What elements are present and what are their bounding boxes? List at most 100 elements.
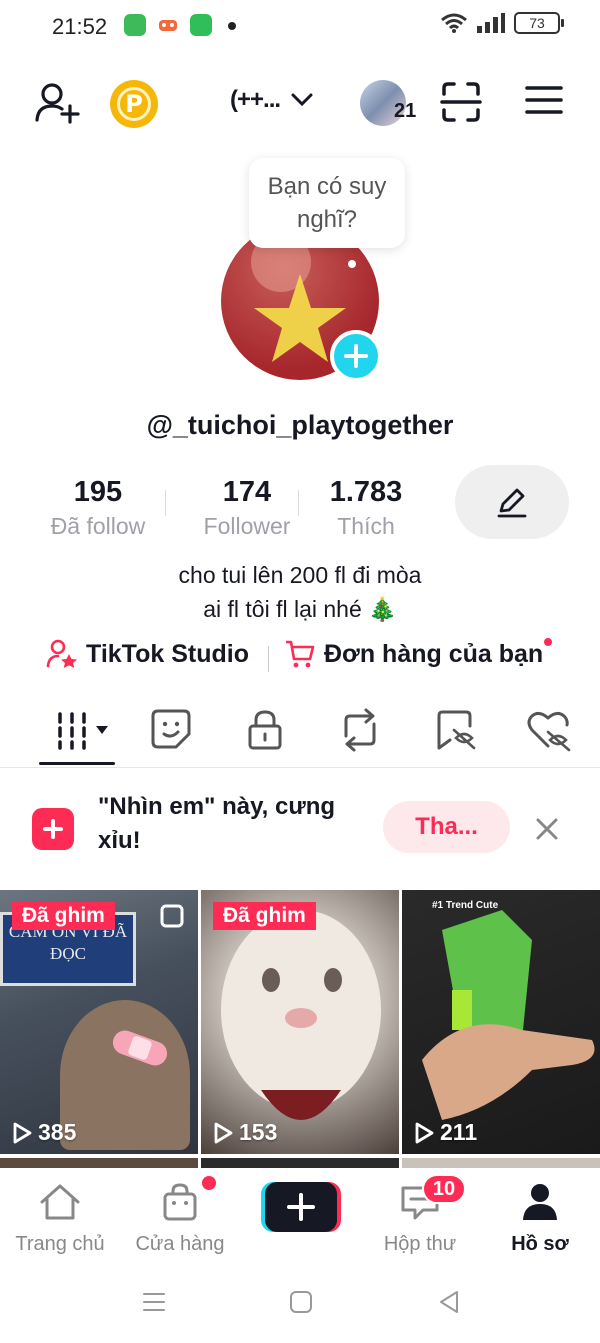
view-count-value: 153	[239, 1119, 278, 1145]
stat-value: 195	[73, 476, 123, 508]
battery-indicator: 73	[514, 12, 564, 34]
home-icon	[40, 1184, 80, 1220]
nav-profile[interactable]: Hồ sơ	[480, 1182, 600, 1256]
reposts-sticker-icon[interactable]	[150, 708, 192, 750]
pinned-badge: Đã ghim	[12, 902, 115, 930]
shop-notification-dot	[202, 1176, 216, 1190]
video-tile[interactable]: Đã ghim 153	[201, 890, 399, 1154]
home-button-icon[interactable]	[289, 1290, 313, 1314]
private-lock-icon[interactable]	[246, 708, 284, 752]
close-icon[interactable]	[534, 816, 560, 842]
camera-plus-icon	[32, 808, 74, 850]
add-story-button[interactable]	[330, 330, 382, 382]
link-divider	[268, 646, 269, 672]
stat-label: Follower	[203, 513, 291, 539]
username: @_tuichoi_playtogether	[146, 410, 454, 440]
stat-following[interactable]: 195 Đã follow	[30, 476, 166, 540]
favorites-hidden-icon[interactable]	[436, 708, 478, 752]
person-star-icon	[46, 639, 77, 668]
view-count-value: 385	[38, 1119, 77, 1145]
shopping-bag-icon	[163, 1183, 197, 1221]
pinned-badge: Đã ghim	[213, 902, 316, 930]
coin-button[interactable]: P	[110, 80, 158, 128]
bottom-navigation: Trang chủ Cửa hàng Hộp thư 10 Hồ sơ	[0, 1168, 600, 1268]
nav-home-label: Trang chủ	[15, 1233, 105, 1255]
stat-followers[interactable]: 174 Follower	[190, 476, 304, 540]
stat-value: 1.783	[329, 476, 403, 508]
profile-person-icon	[523, 1184, 557, 1220]
stat-label: Thích	[337, 513, 395, 539]
wifi-icon	[441, 13, 467, 33]
video-tile[interactable]: CẢM ƠN VÌ ĐÃ ĐỌC Đã ghim 385	[0, 890, 198, 1154]
stat-value: 174	[222, 476, 272, 508]
content-tabs	[0, 700, 600, 768]
nav-shop-label: Cửa hàng	[135, 1233, 225, 1255]
bio-line: ai fl tôi fl lại nhé 🎄	[203, 596, 397, 622]
bio: cho tui lên 200 fl đi mòa ai fl tôi fl l…	[0, 558, 600, 626]
tiktok-studio-label: TikTok Studio	[86, 639, 249, 668]
pencil-icon	[497, 488, 527, 518]
create-plus-button[interactable]	[261, 1182, 341, 1232]
cart-icon	[286, 640, 315, 668]
recent-apps-icon[interactable]	[142, 1290, 166, 1314]
videos-grid-icon[interactable]	[56, 708, 114, 752]
system-navigation-bar	[0, 1268, 600, 1343]
signal-icon	[477, 13, 505, 33]
status-right: 73	[440, 12, 564, 34]
account-name: (++...	[230, 86, 281, 113]
chevron-down-icon	[291, 93, 313, 107]
person-plus-icon[interactable]	[34, 80, 80, 126]
app-notification-icon	[124, 14, 146, 36]
stat-divider	[298, 490, 299, 516]
profile-top-bar: P (++... 21	[0, 72, 600, 136]
coin-icon: P	[117, 87, 151, 121]
banner-text: "Nhìn em" này, cưng xỉu!	[98, 793, 336, 854]
edit-profile-button[interactable]	[455, 465, 569, 539]
nav-home[interactable]: Trang chủ	[0, 1182, 120, 1256]
scan-icon[interactable]	[440, 80, 482, 124]
orders-notification-dot	[544, 638, 552, 646]
profile-stats: 195 Đã follow 174 Follower 1.783 Thích	[30, 476, 420, 546]
person-figure	[60, 1000, 190, 1150]
back-icon[interactable]	[437, 1290, 461, 1314]
active-tab-indicator	[39, 762, 115, 765]
status-bar: 21:52 73	[0, 0, 600, 56]
banner-action-button[interactable]: Tha...	[383, 801, 510, 853]
hamburger-icon[interactable]	[524, 80, 564, 120]
thought-bubble-tail	[348, 260, 356, 268]
play-icon	[214, 1122, 233, 1143]
view-count: 385	[12, 1119, 76, 1146]
suggestion-banner: "Nhìn em" này, cưng xỉu! Tha...	[0, 786, 600, 876]
stat-label: Đã follow	[50, 513, 146, 539]
tiktok-studio-link[interactable]: TikTok Studio	[46, 638, 249, 670]
multi-select-icon[interactable]	[160, 904, 184, 928]
view-count: 211	[414, 1119, 477, 1146]
hand-jersey-image	[422, 910, 595, 1120]
nav-inbox-label: Hộp thư	[383, 1233, 457, 1255]
thought-bubble[interactable]: Bạn có suy nghĩ?	[249, 158, 405, 248]
friend-count: 21	[394, 100, 417, 122]
stat-likes[interactable]: 1.783 Thích	[314, 476, 418, 540]
account-switcher[interactable]: (++...	[230, 86, 314, 114]
play-icon	[415, 1122, 434, 1143]
video-tile[interactable]: #1 Trend Cute 211	[402, 890, 600, 1154]
profile-links: TikTok Studio Đơn hàng của bạn	[0, 638, 600, 678]
orders-link[interactable]: Đơn hàng của bạn	[284, 638, 543, 670]
play-icon	[13, 1122, 32, 1143]
more-notifications-dot	[228, 22, 236, 30]
plus-icon	[344, 344, 368, 368]
liked-hidden-icon[interactable]	[526, 708, 572, 752]
nav-shop[interactable]: Cửa hàng	[120, 1182, 240, 1256]
status-time: 21:52	[52, 14, 108, 39]
nav-profile-label: Hồ sơ	[511, 1233, 569, 1255]
view-count-value: 211	[440, 1119, 478, 1145]
game-notification-icon	[157, 14, 179, 36]
bandage-sticker-icon	[112, 1030, 168, 1066]
inbox-badge: 10	[422, 1174, 466, 1204]
orders-label: Đơn hàng của bạn	[324, 639, 544, 668]
bio-line: cho tui lên 200 fl đi mòa	[178, 562, 422, 588]
thought-bubble-text: Bạn có suy nghĩ?	[267, 173, 387, 233]
repost-icon[interactable]	[338, 708, 382, 752]
message-notification-icon	[190, 14, 212, 36]
stat-divider	[165, 490, 166, 516]
